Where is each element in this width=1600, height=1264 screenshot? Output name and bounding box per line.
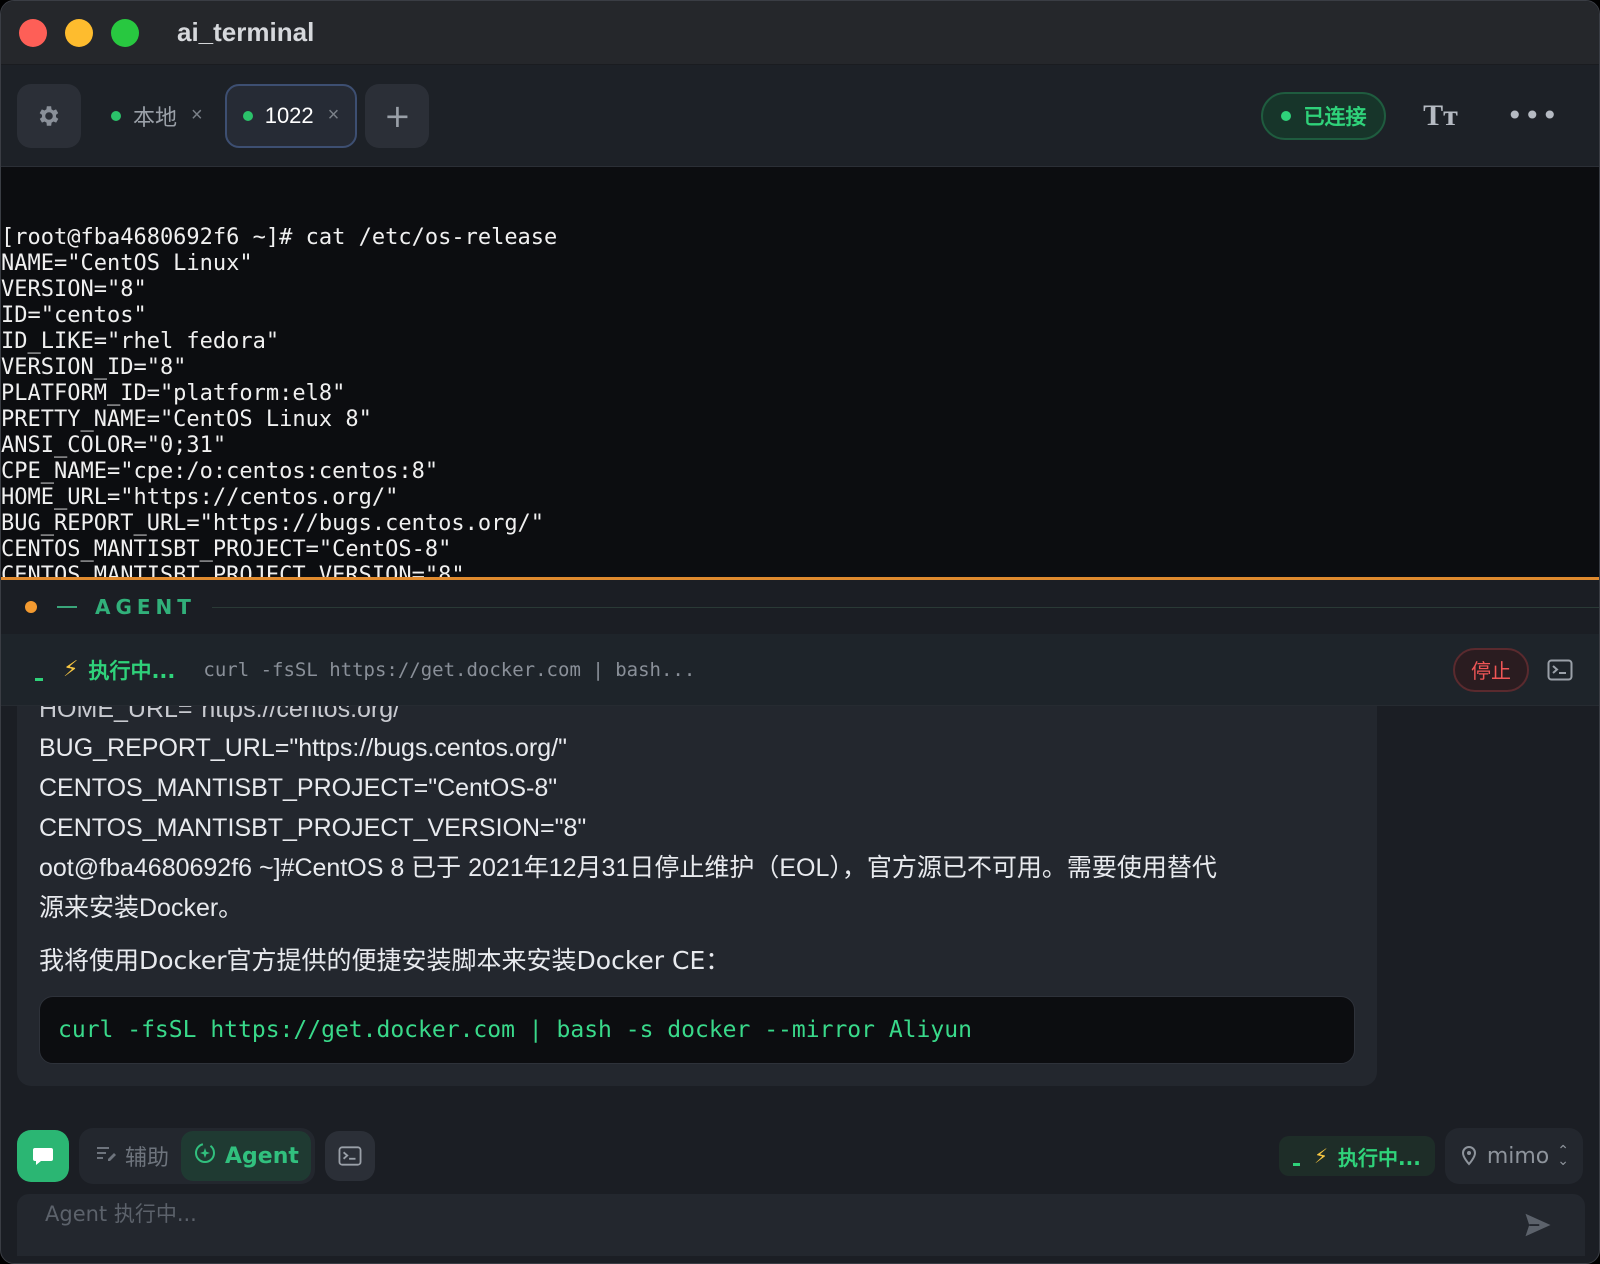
agent-section-header: AGENT: [1, 580, 1599, 634]
send-button[interactable]: [1523, 1210, 1555, 1242]
location-pin-icon: [1461, 1145, 1476, 1166]
agent-exec-bar: ⚡ 执行中... curl -fsSL https://get.docker.c…: [1, 634, 1599, 706]
add-tab-button[interactable]: +: [365, 83, 430, 148]
assist-icon: [95, 1143, 117, 1169]
terminal-line: ANSI_COLOR="0;31": [1, 433, 227, 458]
terminal-lines: [root@fba4680692f6 ~]# cat /etc/os-relea…: [1, 225, 1599, 577]
agent-output-lines: BUG_REPORT_URL="https://bugs.centos.org/…: [39, 728, 1355, 928]
chevron-updown-icon: ⌃ ⌄: [1557, 1143, 1569, 1169]
chat-button[interactable]: [17, 1130, 69, 1182]
connection-status-badge: 已连接: [1261, 91, 1387, 140]
connection-status-text: 已连接: [1303, 104, 1367, 129]
lightning-icon: ⚡: [63, 657, 79, 682]
more-options-button[interactable]: •••: [1506, 99, 1559, 132]
mode-agent-button[interactable]: Agent: [181, 1131, 311, 1181]
settings-button[interactable]: [17, 83, 81, 148]
terminal-line: ID_LIKE="rhel fedora": [1, 329, 280, 354]
terminal-line: PLATFORM_ID="platform:el8": [1, 381, 346, 406]
spinner-icon: [1292, 1162, 1300, 1166]
agent-status-dot: [25, 601, 37, 613]
mode-switcher: 辅助 Agent: [79, 1128, 315, 1184]
terminal-line: HOME_URL="https://centos.org/": [1, 485, 399, 510]
agent-intro-text: 我将使用Docker官方提供的便捷安装脚本来安装Docker CE：: [39, 946, 731, 975]
app-window: ai_terminal 本地 × 1022 × + 已连接 Tт ••• [ro…: [0, 0, 1600, 1264]
tab-status-dot: [111, 110, 121, 121]
exec-command-text: curl -fsSL https://get.docker.com | bash…: [203, 658, 696, 681]
tab-local[interactable]: 本地 ×: [95, 84, 219, 148]
title-bar: ai_terminal: [1, 1, 1599, 65]
message-input[interactable]: [45, 1194, 1445, 1234]
open-terminal-button[interactable]: [1545, 655, 1575, 685]
agent-messages[interactable]: HOME_URL="https://centos.org/" BUG_REPOR…: [1, 706, 1599, 1116]
terminal-output[interactable]: [root@fba4680692f6 ~]# cat /etc/os-relea…: [1, 167, 1599, 577]
terminal-line: PRETTY_NAME="CentOS Linux 8": [1, 407, 372, 432]
tab-status-dot: [242, 110, 253, 121]
tab-bar: 本地 × 1022 × + 已连接 Tт •••: [1, 65, 1599, 167]
chat-bubble-icon: [33, 1148, 53, 1165]
agent-icon: [193, 1141, 217, 1171]
stop-button[interactable]: 停止: [1453, 647, 1529, 692]
agent-message-bubble: HOME_URL="https://centos.org/" BUG_REPOR…: [17, 706, 1377, 1086]
maximize-window-button[interactable]: [111, 18, 139, 47]
message-input-area: [17, 1194, 1585, 1256]
model-selector[interactable]: mimo ⌃ ⌄: [1444, 1128, 1583, 1184]
input-toolbar: 辅助 Agent ⚡ 执行中... mimo ⌃ ⌄: [1, 1116, 1599, 1196]
agent-output-line: oot@fba4680692f6 ~]#CentOS 8 已于 2021年12月…: [39, 854, 1217, 882]
terminal-line: CENTOS_MANTISBT_PROJECT_VERSION="8": [1, 563, 465, 577]
agent-output-line: CENTOS_MANTISBT_PROJECT_VERSION="8": [39, 814, 587, 842]
terminal-line: VERSION_ID="8": [1, 355, 187, 380]
terminal-line: CPE_NAME="cpe:/o:centos:centos:8": [1, 459, 439, 484]
mode-agent-label: Agent: [225, 1143, 299, 1169]
window-title: ai_terminal: [177, 17, 315, 47]
tab-label: 1022: [264, 102, 314, 128]
gear-icon: [39, 105, 59, 126]
exec-state-text: 执行中...: [88, 658, 176, 683]
terminal-mode-button[interactable]: [324, 1131, 375, 1181]
output-partial-line: HOME_URL="https://centos.org/": [39, 706, 409, 723]
tab-close-icon[interactable]: ×: [328, 104, 340, 127]
window-controls: [19, 18, 139, 47]
terminal-line: CENTOS_MANTISBT_PROJECT="CentOS-8": [1, 537, 452, 562]
mode-assist-button[interactable]: 辅助: [83, 1131, 181, 1181]
lightning-icon: ⚡: [1313, 1144, 1329, 1168]
agent-header-dash: [57, 606, 77, 608]
terminal-line: [root@fba4680692f6 ~]# cat /etc/os-relea…: [1, 225, 558, 250]
tab-1022[interactable]: 1022 ×: [224, 83, 358, 148]
agent-output-line: BUG_REPORT_URL="https://bugs.centos.org/…: [39, 734, 567, 762]
agent-header-rule: [211, 606, 1599, 608]
tab-close-icon[interactable]: ×: [191, 104, 203, 127]
font-size-button[interactable]: Tт: [1420, 96, 1460, 136]
terminal-line: NAME="CentOS Linux": [1, 251, 253, 276]
close-window-button[interactable]: [19, 18, 47, 47]
model-name: mimo: [1486, 1143, 1550, 1169]
send-icon: [1525, 1213, 1551, 1237]
spinner-icon: [35, 678, 43, 681]
agent-output-line: CENTOS_MANTISBT_PROJECT="CentOS-8": [39, 774, 558, 802]
code-block[interactable]: curl -fsSL https://get.docker.com | bash…: [39, 996, 1355, 1064]
terminal-line: VERSION="8": [1, 277, 147, 302]
mode-assist-label: 辅助: [125, 1146, 170, 1171]
minimize-window-button[interactable]: [65, 18, 93, 47]
agent-output-line: 源来安装Docker。: [39, 894, 244, 922]
status-dot: [1281, 110, 1292, 121]
terminal-icon: [1547, 659, 1573, 680]
terminal-icon: [338, 1146, 362, 1166]
exec-status-chip: ⚡ 执行中...: [1278, 1136, 1435, 1176]
exec-chip-text: 执行中...: [1338, 1145, 1421, 1170]
terminal-line: ID="centos": [1, 303, 147, 328]
terminal-line: BUG_REPORT_URL="https://bugs.centos.org/…: [1, 511, 545, 536]
agent-section-label: AGENT: [95, 595, 196, 619]
tab-label: 本地: [133, 104, 178, 130]
code-block-text: curl -fsSL https://get.docker.com | bash…: [58, 1017, 972, 1043]
